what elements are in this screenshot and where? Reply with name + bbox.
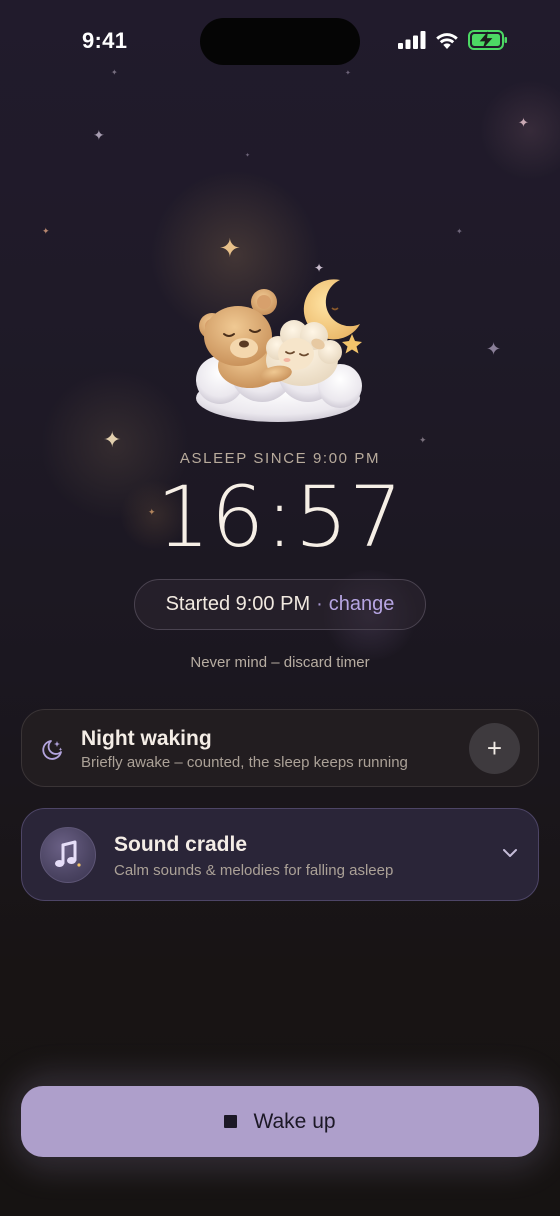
discard-timer-link[interactable]: Never mind – discard timer <box>0 654 560 671</box>
sound-cradle-card[interactable]: Sound cradle Calm sounds & melodies for … <box>21 808 539 901</box>
asleep-since-label: ASLEEP SINCE 9:00 PM <box>179 450 381 467</box>
plus-icon: + <box>486 733 503 763</box>
sparkle-icon: ✦ <box>111 68 118 77</box>
sleep-timer-display: 16:57 <box>156 468 404 566</box>
chevron-down-icon[interactable] <box>502 847 518 859</box>
night-waking-title: Night waking <box>81 727 212 750</box>
night-waking-subtitle: Briefly awake – counted, the sleep keeps… <box>81 754 408 771</box>
separator-dot: · <box>316 593 323 615</box>
status-bar-icons <box>398 30 508 50</box>
sparkle-icon: ✦ <box>219 233 241 263</box>
sparkle-icon: ✦ <box>419 435 427 445</box>
ambient-glow <box>480 80 560 180</box>
sleeping-bear-and-lamb-illustration <box>190 262 370 432</box>
status-bar-time: 9:41 <box>82 28 128 53</box>
add-night-waking-button[interactable]: + <box>469 723 520 774</box>
sparkle-icon: ✦ <box>42 226 50 236</box>
sparkle-icon: ✦ <box>486 339 502 359</box>
wifi-icon <box>436 32 458 49</box>
wake-up-button[interactable]: Wake up <box>21 1086 539 1157</box>
change-start-time-link[interactable]: change <box>329 593 395 616</box>
night-waking-card[interactable]: Night waking Briefly awake – counted, th… <box>21 709 539 787</box>
dynamic-island <box>200 18 360 65</box>
moon-stars-icon <box>42 740 63 760</box>
sparkle-icon: ✦ <box>518 115 529 130</box>
music-note-icon <box>40 827 96 883</box>
battery-charging-icon <box>468 30 507 50</box>
started-time-text: Started 9:00 PM <box>165 593 311 615</box>
sparkle-icon: ✦ <box>456 227 463 236</box>
sparkle-icon: ✦ <box>93 127 105 143</box>
start-time-pill[interactable]: Started 9:00 PM · change <box>134 579 426 630</box>
wake-up-label: Wake up <box>253 1109 336 1133</box>
stop-icon <box>224 1115 238 1128</box>
cellular-signal-icon <box>398 31 426 49</box>
sparkle-icon: ✦ <box>345 70 351 77</box>
sound-cradle-title: Sound cradle <box>114 833 248 856</box>
sparkle-icon: ✦ <box>245 153 251 159</box>
sound-cradle-subtitle: Calm sounds & melodies for falling aslee… <box>114 862 394 879</box>
sparkle-icon: ✦ <box>103 427 122 452</box>
